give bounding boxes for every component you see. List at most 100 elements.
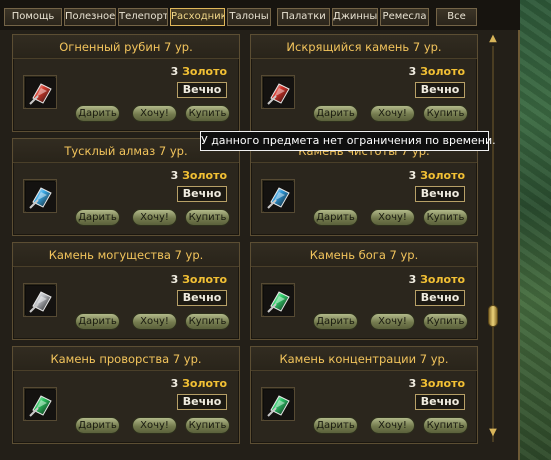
duration-badge[interactable]: Вечно xyxy=(415,394,465,410)
price-currency: Золото xyxy=(420,273,465,286)
item-title: Камень концентрации 7 ур. xyxy=(251,347,477,371)
item-slot[interactable] xyxy=(23,75,57,109)
want-button[interactable]: Хочу! xyxy=(132,313,177,330)
item-shop-window: ПомощьПолезноеТелепортРасходникиТалоны Па… xyxy=(0,0,520,460)
item-title: Камень проворства 7 ур. xyxy=(13,347,239,371)
want-button[interactable]: Хочу! xyxy=(132,105,177,122)
want-button[interactable]: Хочу! xyxy=(132,417,177,434)
item-price: 3 Золото xyxy=(409,65,465,79)
buy-button[interactable]: Купить xyxy=(185,209,230,226)
price-currency: Золото xyxy=(420,65,465,78)
scrollbar[interactable]: ▲ ▼ xyxy=(484,32,502,460)
tab-1[interactable]: Полезное xyxy=(64,8,116,26)
want-button[interactable]: Хочу! xyxy=(370,209,415,226)
want-button[interactable]: Хочу! xyxy=(370,105,415,122)
item-slot[interactable] xyxy=(261,387,295,421)
price-amount: 3 xyxy=(170,273,179,286)
price-amount: 3 xyxy=(170,65,179,78)
tab-4[interactable]: Талоны xyxy=(227,8,271,26)
gift-button[interactable]: Дарить xyxy=(75,209,120,226)
tab-3[interactable]: Расходники xyxy=(170,8,225,26)
item-card: Тусклый алмаз 7 ур. 3 Золото Вечно Дарить Хо… xyxy=(12,138,240,236)
item-slot[interactable] xyxy=(261,75,295,109)
item-slot[interactable] xyxy=(261,283,295,317)
price-amount: 3 xyxy=(170,377,179,390)
duration-badge[interactable]: Вечно xyxy=(177,82,227,98)
price-currency: Золото xyxy=(420,377,465,390)
gift-button[interactable]: Дарить xyxy=(75,417,120,434)
red-gem-icon xyxy=(26,78,56,108)
tab-0[interactable]: Помощь xyxy=(4,8,62,26)
duration-badge[interactable]: Вечно xyxy=(177,290,227,306)
buy-button[interactable]: Купить xyxy=(423,105,468,122)
price-amount: 3 xyxy=(408,169,417,182)
gift-button[interactable]: Дарить xyxy=(313,313,358,330)
duration-badge[interactable]: Вечно xyxy=(415,186,465,202)
item-price: 3 Золото xyxy=(409,169,465,183)
item-price: 3 Золото xyxy=(171,377,227,391)
category-tab-bar: ПомощьПолезноеТелепортРасходникиТалоны Па… xyxy=(0,0,520,30)
tab-6[interactable]: Джинны xyxy=(332,8,378,26)
price-amount: 3 xyxy=(408,377,417,390)
gift-button[interactable]: Дарить xyxy=(313,105,358,122)
scroll-up-arrow-icon[interactable]: ▲ xyxy=(487,34,499,44)
green-gem-icon xyxy=(264,286,294,316)
item-title: Камень могущества 7 ур. xyxy=(13,243,239,267)
scroll-track[interactable] xyxy=(492,46,494,442)
item-slot[interactable] xyxy=(261,179,295,213)
item-price: 3 Золото xyxy=(171,169,227,183)
item-slot[interactable] xyxy=(23,179,57,213)
duration-badge[interactable]: Вечно xyxy=(177,186,227,202)
green-gem-icon xyxy=(264,390,294,420)
price-currency: Золото xyxy=(182,273,227,286)
green-gem-icon xyxy=(26,390,56,420)
buy-button[interactable]: Купить xyxy=(423,209,468,226)
item-slot[interactable] xyxy=(23,387,57,421)
buy-button[interactable]: Купить xyxy=(185,105,230,122)
silver-gem-icon xyxy=(26,286,56,316)
duration-badge[interactable]: Вечно xyxy=(177,394,227,410)
price-amount: 3 xyxy=(408,273,417,286)
item-card: Камень могущества 7 ур. 3 Золото Вечно Дари… xyxy=(12,242,240,340)
item-card: Камень проворства 7 ур. 3 Золото Вечно Дари… xyxy=(12,346,240,444)
buy-button[interactable]: Купить xyxy=(185,417,230,434)
buy-button[interactable]: Купить xyxy=(423,313,468,330)
item-card: Камень бога 7 ур. 3 Золото Вечно Дарить Хочу… xyxy=(250,242,478,340)
want-button[interactable]: Хочу! xyxy=(132,209,177,226)
price-currency: Золото xyxy=(182,169,227,182)
tab-2[interactable]: Телепорт xyxy=(118,8,168,26)
item-card: Огненный рубин 7 ур. 3 Золото Вечно Дарить Х… xyxy=(12,34,240,132)
price-currency: Золото xyxy=(182,377,227,390)
item-card: Камень чистоты 7 ур. 3 Золото Вечно Дарить Х… xyxy=(250,138,478,236)
price-amount: 3 xyxy=(170,169,179,182)
want-button[interactable]: Хочу! xyxy=(370,417,415,434)
buy-button[interactable]: Купить xyxy=(185,313,230,330)
game-world-background xyxy=(520,0,551,460)
scroll-down-arrow-icon[interactable]: ▼ xyxy=(487,428,499,438)
price-currency: Золото xyxy=(182,65,227,78)
tab-5[interactable]: Палатки xyxy=(277,8,330,26)
buy-button[interactable]: Купить xyxy=(423,417,468,434)
item-title: Искрящийся камень 7 ур. xyxy=(251,35,477,59)
duration-tooltip: У данного предмета нет ограничения по вр… xyxy=(200,131,496,151)
price-amount: 3 xyxy=(408,65,417,78)
item-slot[interactable] xyxy=(23,283,57,317)
item-price: 3 Золото xyxy=(409,273,465,287)
tab-8[interactable]: Все xyxy=(436,8,477,26)
gift-button[interactable]: Дарить xyxy=(75,313,120,330)
scroll-thumb[interactable] xyxy=(488,305,498,328)
want-button[interactable]: Хочу! xyxy=(370,313,415,330)
duration-badge[interactable]: Вечно xyxy=(415,290,465,306)
duration-badge[interactable]: Вечно xyxy=(415,82,465,98)
item-price: 3 Золото xyxy=(409,377,465,391)
blue-gem-icon xyxy=(26,182,56,212)
red-gem-icon xyxy=(264,78,294,108)
gift-button[interactable]: Дарить xyxy=(75,105,120,122)
blue-gem-icon xyxy=(264,182,294,212)
gift-button[interactable]: Дарить xyxy=(313,417,358,434)
item-card: Искрящийся камень 7 ур. 3 Золото Вечно Дари… xyxy=(250,34,478,132)
tab-7[interactable]: Ремесла xyxy=(380,8,429,26)
item-grid: Огненный рубин 7 ур. 3 Золото Вечно Дарить Х… xyxy=(6,32,482,460)
item-title: Огненный рубин 7 ур. xyxy=(13,35,239,59)
gift-button[interactable]: Дарить xyxy=(313,209,358,226)
